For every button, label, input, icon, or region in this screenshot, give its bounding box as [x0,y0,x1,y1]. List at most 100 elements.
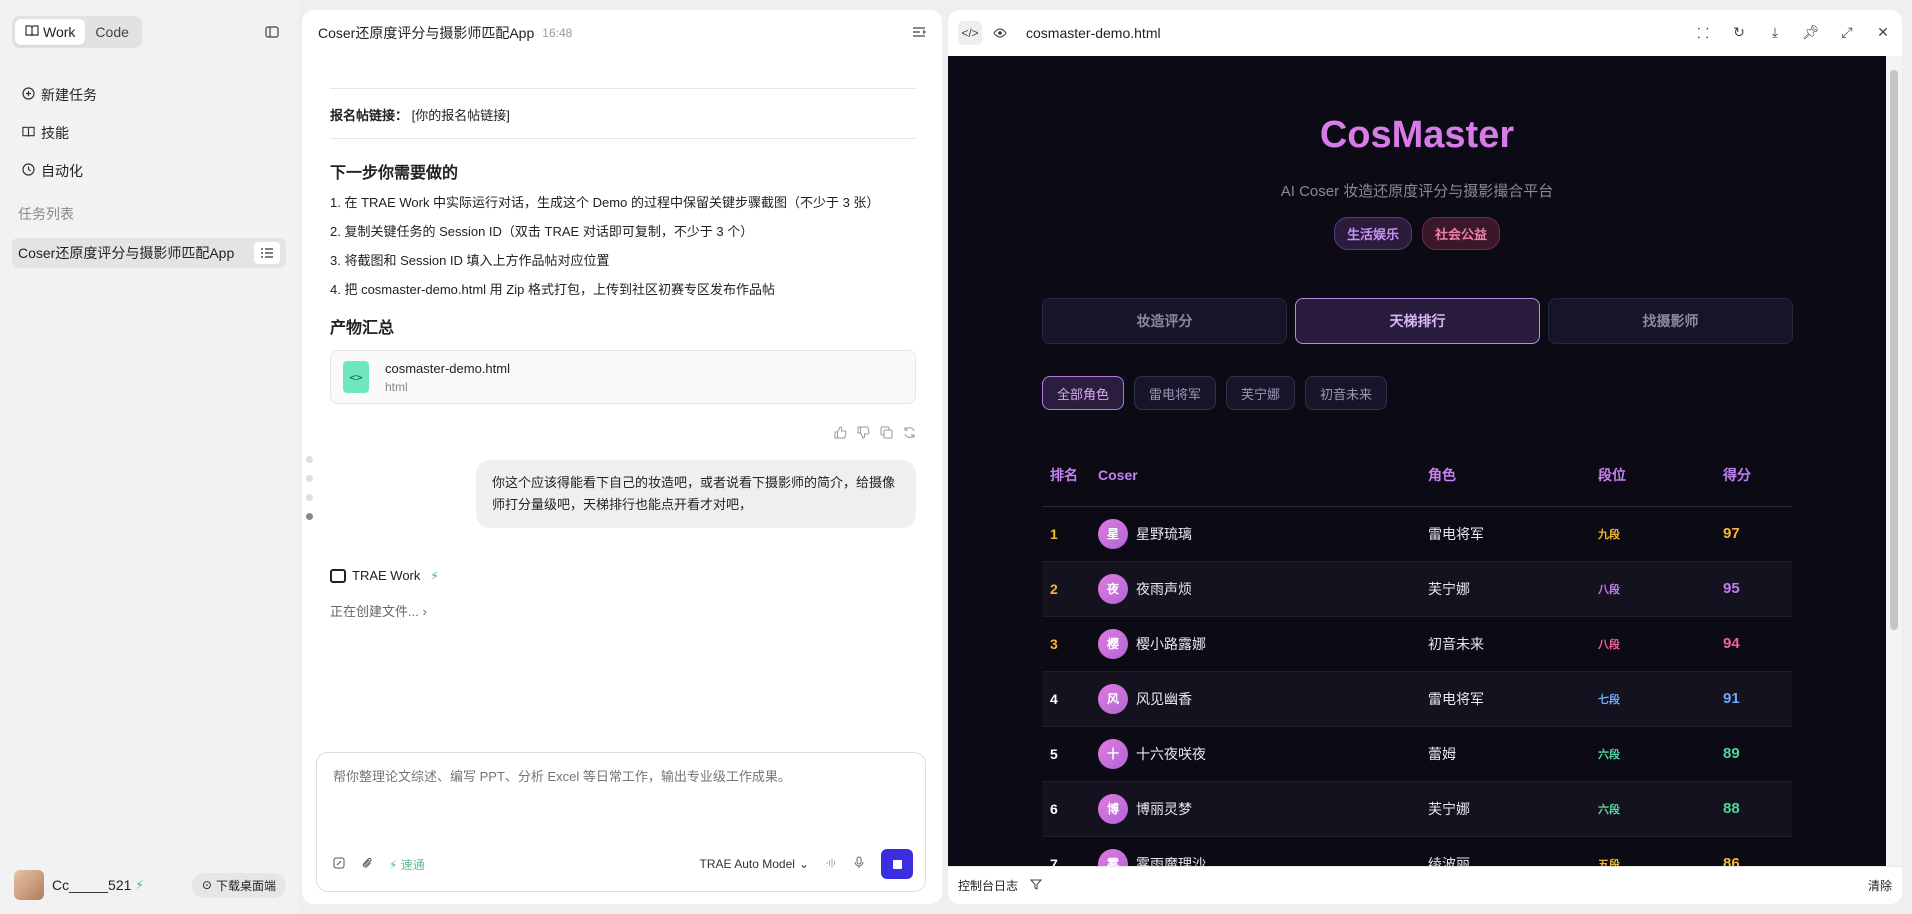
table-row[interactable]: 2 夜夜雨声烦 芙宁娜 八段 95 [1042,561,1792,617]
filter-all-roles[interactable]: 全部角色 [1042,376,1125,410]
filter-icon[interactable] [1029,879,1043,893]
timeline-dot[interactable] [306,456,313,463]
coser-name: 雾雨魔理沙 [1136,855,1206,867]
mode-work-button[interactable]: Work [15,19,86,45]
table-row[interactable]: 7 雾雾雨魔理沙 绫波丽 五段 86 [1042,836,1792,866]
tab-find-photographer[interactable]: 找摄影师 [1548,298,1793,344]
filter-miku[interactable]: 初音未来 [1305,376,1388,410]
sidebar-item-skills[interactable]: 技能 [16,114,286,152]
composer-input[interactable] [333,769,903,784]
attachment-icon[interactable] [361,856,373,872]
timeline-dot-active[interactable] [306,513,313,520]
user-message: 你这个应该得能看下自己的妆造吧，或者说看下摄影师的简介，给摄像师打分量级吧，天梯… [476,460,916,528]
task-detail-icon[interactable] [254,242,280,264]
filter-raiden[interactable]: 雷电将军 [1134,376,1217,410]
download-desktop-button[interactable]: ⊙ 下载桌面端 [191,872,286,898]
preview-scrollbar[interactable] [1886,56,1902,866]
coser-cell: 樱樱小路露娜 [1098,628,1420,659]
pin-icon[interactable]: 📌︎ [1802,24,1820,43]
coser-name: 风见幽香 [1136,690,1192,707]
table-row[interactable]: 5 十十六夜咲夜 蕾姆 六段 89 [1042,726,1792,782]
clear-console-button[interactable]: 清除 [1868,877,1892,894]
composer-toolbar: ⚡ 速通 TRAE Auto Model ⌄ [333,849,913,879]
filter-furina[interactable]: 芙宁娜 [1226,376,1296,410]
sidebar-footer: Cc_____521 ⚡ ⊙ 下载桌面端 [14,870,286,900]
score-value: 94 [1723,635,1740,652]
task-list-item[interactable]: Coser还原度评分与摄影师匹配App [12,238,286,268]
timeline-nav [306,456,313,520]
coser-name: 十六夜咲夜 [1136,745,1206,762]
microphone-icon[interactable] [853,856,865,872]
mode-code-button[interactable]: Code [85,19,138,45]
timeline-dot[interactable] [306,494,313,501]
role-name: 雷电将军 [1428,690,1484,707]
outline-menu-icon[interactable] [912,25,926,41]
refresh-icon[interactable]: ↻ [1730,24,1748,43]
copy-icon[interactable] [880,426,893,442]
rank-number: 4 [1050,690,1058,707]
close-icon[interactable]: ✕ [1874,24,1892,43]
sidebar-item-automation[interactable]: 自动化 [16,152,286,190]
assistant-name: TRAE Work [352,568,421,583]
command-icon[interactable] [333,857,345,872]
preview-filename: cosmaster-demo.html [1026,25,1161,41]
file-card[interactable]: <> cosmaster-demo.html html [330,350,916,404]
table-row[interactable]: 4 风风见幽香 雷电将军 七段 91 [1042,671,1792,727]
console-log-label[interactable]: 控制台日志 [958,877,1018,894]
coser-cell: 风风见幽香 [1098,683,1420,714]
table-row[interactable]: 6 博博丽灵梦 芙宁娜 六段 88 [1042,781,1792,837]
avatar[interactable] [14,870,44,900]
ranking-table: 排名 Coser 角色 段位 得分 1 星星野琉璃 雷电将军 九段 97 2 夜夜雨声烦 芙宁… [1042,444,1792,866]
tier-badge: 九段 [1598,529,1620,541]
select-element-icon[interactable]: ⸬ [1694,24,1712,43]
download-icon[interactable]: ⤓ [1766,24,1784,43]
avatar: 雾 [1098,848,1128,866]
rank-number: 5 [1050,745,1058,762]
eye-icon[interactable] [988,21,1012,45]
table-row[interactable]: 1 星星野琉璃 雷电将军 九段 97 [1042,506,1792,562]
model-select[interactable]: TRAE Auto Model ⌄ [700,857,809,871]
sidebar-item-new-task[interactable]: 新建任务 [16,76,286,114]
role-filters: 全部角色 雷电将军 芙宁娜 初音未来 [1042,376,1388,410]
main-tabs: 妆造评分 天梯排行 找摄影师 [1042,298,1793,344]
chevron-down-icon: ⌄ [798,857,809,871]
download-desktop-label: 下载桌面端 [215,878,276,893]
book-open-icon [25,24,39,40]
view-toggle: </> [958,21,1012,45]
plus-circle-icon [22,87,35,103]
coser-name: 夜雨声烦 [1136,580,1192,597]
tier-badge: 五段 [1598,859,1620,866]
step-item: 1. 在 TRAE Work 中实际运行对话，生成这个 Demo 的过程中保留关… [330,195,880,210]
timeline-dot[interactable] [306,475,313,482]
tier-badge: 六段 [1598,804,1620,816]
code-view-icon[interactable]: </> [958,21,982,45]
app-title: CosMaster [1319,114,1515,156]
thumbs-down-icon[interactable] [857,426,870,442]
sidebar-item-label: 新建任务 [41,87,97,103]
tier-badge: 七段 [1598,694,1620,706]
creating-file-status[interactable]: 正在创建文件... › [330,601,916,620]
thumbs-up-icon[interactable] [834,426,847,442]
code-file-icon: <> [343,361,369,393]
download-circle-icon: ⊙ [201,878,212,892]
voice-wave-icon[interactable] [825,857,837,872]
expand-icon[interactable]: ⤢ [1838,24,1856,43]
message-actions [330,426,916,442]
tab-makeup-score[interactable]: 妆造评分 [1042,298,1287,344]
products-title: 产物汇总 [330,320,395,337]
avatar: 十 [1098,738,1128,769]
score-value: 86 [1723,855,1740,866]
coser-cell: 夜夜雨声烦 [1098,573,1420,604]
fast-mode-toggle[interactable]: ⚡ 速通 [389,856,425,873]
composer: ⚡ 速通 TRAE Auto Model ⌄ [316,752,926,892]
score-value: 95 [1723,580,1740,597]
file-type: html [385,379,408,394]
table-row[interactable]: 3 樱樱小路露娜 初音未来 八段 94 [1042,616,1792,672]
stop-button[interactable] [881,849,913,879]
regenerate-icon[interactable] [903,426,916,442]
registration-value: [你的报名帖链接] [411,108,510,123]
tab-ladder-ranking[interactable]: 天梯排行 [1295,298,1540,344]
sidebar-collapse-icon[interactable] [262,22,282,42]
sidebar-item-label: 技能 [41,125,69,141]
scrollbar-thumb[interactable] [1890,70,1898,630]
